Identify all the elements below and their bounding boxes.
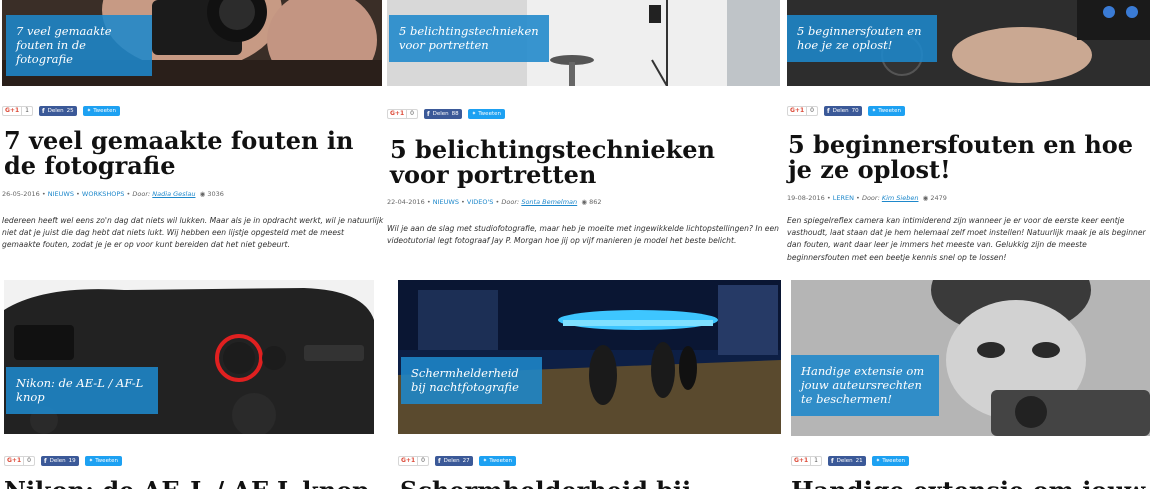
tweet-button[interactable]: ✦ Tweeten — [478, 456, 516, 466]
thumbnail-caption: 5 belichtingstechnieken voor portretten — [389, 15, 549, 62]
gplus-button[interactable]: G+1 1 — [2, 106, 33, 116]
facebook-icon: f — [830, 457, 834, 465]
share-bar: G+1 0 f Delen 70 ✦ Tweeten — [787, 106, 905, 116]
gplus-button[interactable]: G+1 0 — [787, 106, 818, 116]
thumbnail-caption: Schermhelderheid bij nachtfotografie — [401, 357, 542, 404]
author-link[interactable]: Nadia Geslau — [152, 190, 195, 198]
thumbnail-caption: Nikon: de AE-L / AF-L knop — [6, 367, 158, 414]
article-title[interactable]: 7 veel gemaakte fouten in de fotografie — [4, 128, 382, 178]
article-excerpt: Wil je aan de slag met studiofotografie,… — [387, 224, 779, 246]
facebook-icon: f — [43, 457, 47, 465]
twitter-bird-icon: ✦ — [471, 111, 477, 117]
twitter-bird-icon: ✦ — [875, 458, 881, 464]
twitter-bird-icon: ✦ — [871, 108, 877, 114]
facebook-share-button[interactable]: f Delen 27 — [434, 456, 473, 466]
twitter-bird-icon: ✦ — [482, 458, 488, 464]
article-thumbnail[interactable]: 5 beginnersfouten en hoe je ze oplost! — [787, 0, 1150, 86]
facebook-icon: f — [826, 107, 830, 115]
gplus-button[interactable]: G+1 0 — [387, 109, 418, 119]
gplus-button[interactable]: G+1 1 — [791, 456, 822, 466]
article-title[interactable]: 5 beginnersfouten en hoe je ze oplost! — [788, 132, 1148, 182]
facebook-icon: f — [437, 457, 441, 465]
tweet-button[interactable]: ✦ Tweeten — [871, 456, 909, 466]
category-link[interactable]: NIEUWS — [433, 198, 459, 206]
category-link[interactable]: VIDEO'S — [467, 198, 494, 206]
article-title[interactable]: 5 belichtingstechnieken voor portretten — [390, 137, 768, 187]
twitter-bird-icon: ✦ — [86, 108, 92, 114]
tweet-button[interactable]: ✦ Tweeten — [84, 456, 122, 466]
article-meta: 26-05-2016 • NIEUWS • WORKSHOPS • Door: … — [2, 190, 224, 198]
article-excerpt: Een spiegelreflex camera kan intimideren… — [787, 216, 1146, 262]
view-count: 3036 — [207, 190, 224, 198]
facebook-share-button[interactable]: f Delen 25 — [38, 106, 77, 116]
facebook-share-button[interactable]: f Delen 21 — [827, 456, 866, 466]
eye-icon: ◉ — [199, 190, 206, 198]
share-bar: G+1 0 f Delen 27 ✦ Tweeten — [398, 456, 516, 466]
author-link[interactable]: Sonta Bemelman — [521, 198, 577, 206]
article-title[interactable]: Nikon: de AE-L / AF-L knop — [4, 478, 382, 489]
share-bar: G+1 0 f Delen 88 ✦ Tweeten — [387, 109, 505, 119]
view-count: 2479 — [930, 194, 947, 202]
share-bar: G+1 1 f Delen 25 ✦ Tweeten — [2, 106, 120, 116]
view-count: 862 — [589, 198, 602, 206]
article-thumbnail[interactable]: 5 belichtingstechnieken voor portretten — [387, 0, 780, 86]
article-date: 19-08-2016 — [787, 194, 825, 202]
category-link[interactable]: WORKSHOPS — [82, 190, 125, 198]
share-bar: G+1 1 f Delen 21 ✦ Tweeten — [791, 456, 909, 466]
tweet-button[interactable]: ✦ Tweeten — [82, 106, 120, 116]
eye-icon: ◉ — [922, 194, 929, 202]
facebook-icon: f — [41, 107, 45, 115]
share-bar: G+1 0 f Delen 19 ✦ Tweeten — [4, 456, 122, 466]
author-link[interactable]: Kim Sieben — [882, 194, 919, 202]
eye-icon: ◉ — [581, 198, 587, 206]
article-meta: 22-04-2016 • NIEUWS • VIDEO'S • Door: So… — [387, 198, 602, 206]
tweet-button[interactable]: ✦ Tweeten — [467, 109, 505, 119]
article-excerpt: Iedereen heeft wel eens zo'n dag dat nie… — [2, 216, 384, 250]
article-thumbnail[interactable]: Handige extensie om jouw auteursrechten … — [791, 280, 1150, 436]
gplus-button[interactable]: G+1 0 — [4, 456, 35, 466]
facebook-share-button[interactable]: f Delen 88 — [423, 109, 462, 119]
thumbnail-caption: Handige extensie om jouw auteursrechten … — [791, 355, 939, 416]
facebook-share-button[interactable]: f Delen 70 — [823, 106, 862, 116]
article-date: 26-05-2016 — [2, 190, 40, 198]
article-thumbnail[interactable]: Schermhelderheid bij nachtfotografie — [398, 280, 781, 434]
tweet-button[interactable]: ✦ Tweeten — [867, 106, 905, 116]
thumbnail-caption: 5 beginnersfouten en hoe je ze oplost! — [787, 15, 937, 62]
article-date: 22-04-2016 — [387, 198, 425, 206]
article-meta: 19-08-2016 • LEREN • Door: Kim Sieben ◉ … — [787, 194, 947, 202]
article-title[interactable]: Handige extensie om jouw — [791, 478, 1150, 489]
twitter-bird-icon: ✦ — [88, 458, 94, 464]
gplus-button[interactable]: G+1 0 — [398, 456, 429, 466]
category-link[interactable]: LEREN — [833, 194, 854, 202]
facebook-icon: f — [426, 110, 430, 118]
category-link[interactable]: NIEUWS — [48, 190, 74, 198]
article-title[interactable]: Schermhelderheid bij — [400, 478, 778, 489]
thumbnail-caption: 7 veel gemaakte fouten in de fotografie — [6, 15, 152, 76]
article-thumbnail[interactable]: 7 veel gemaakte fouten in de fotografie — [2, 0, 382, 86]
facebook-share-button[interactable]: f Delen 19 — [40, 456, 79, 466]
article-thumbnail[interactable]: Nikon: de AE-L / AF-L knop — [4, 280, 374, 434]
